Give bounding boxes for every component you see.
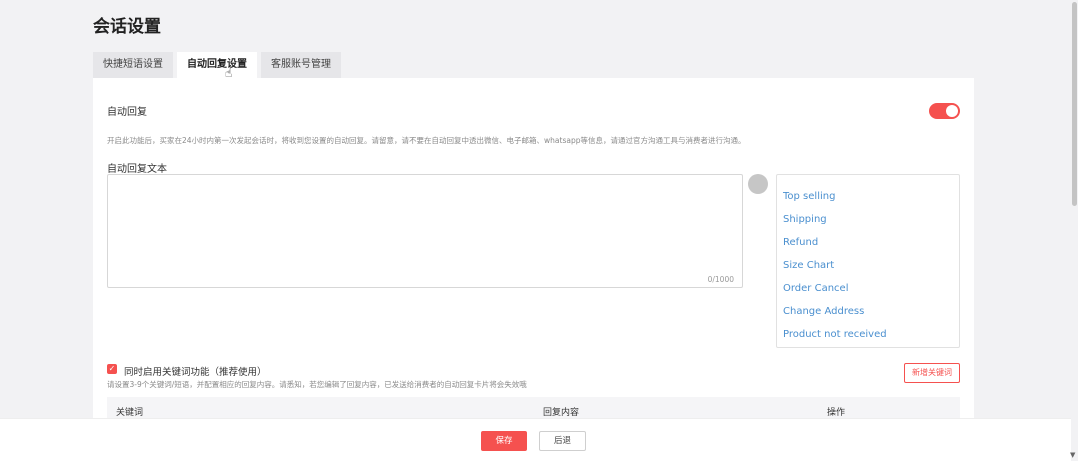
column-keyword: 关键词 (116, 408, 144, 418)
keyword-enable-label: 同时启用关键词功能（推荐使用） (124, 367, 267, 378)
column-actions: 操作 (827, 408, 846, 418)
tab-auto-reply[interactable]: 自动回复设置 (177, 52, 257, 78)
quick-phrase-item[interactable]: Shipping (777, 208, 959, 231)
quick-phrase-panel: Top selling Shipping Refund Size Chart O… (776, 174, 960, 348)
scroll-down-arrow-icon[interactable]: ▼ (1070, 451, 1075, 459)
reply-text-box: 0/1000 (107, 174, 743, 288)
toggle-knob (946, 105, 958, 117)
add-keyword-button[interactable]: 新增关键词 (904, 363, 960, 383)
column-reply-content: 回复内容 (543, 408, 580, 418)
auto-reply-toggle[interactable] (929, 103, 960, 119)
auto-reply-label: 自动回复 (107, 107, 147, 118)
reply-text-input[interactable] (108, 175, 742, 287)
reply-text-label: 自动回复文本 (107, 164, 167, 175)
page-title: 会话设置 (93, 17, 161, 37)
scrollbar-thumb[interactable] (1072, 2, 1077, 206)
char-counter: 0/1000 (707, 275, 734, 284)
keyword-hint: 请设置3-9个关键词/短语，并配置相应的回复内容。请悉知，若您编辑了回复内容，已… (107, 380, 527, 389)
tab-service-accounts[interactable]: 客服账号管理 (261, 52, 341, 78)
back-button[interactable]: 后退 (539, 431, 586, 451)
save-button[interactable]: 保存 (481, 431, 527, 451)
keyword-table-header: 关键词 回复内容 操作 (107, 397, 960, 419)
quick-phrase-item[interactable]: Change Address (777, 300, 959, 323)
quick-phrase-item[interactable]: Product not received (777, 323, 959, 346)
quick-phrase-item[interactable]: Refund (777, 231, 959, 254)
quick-phrase-item[interactable]: Order Cancel (777, 277, 959, 300)
emoji-icon[interactable] (748, 174, 768, 194)
auto-reply-hint: 开启此功能后，买家在24小时内第一次发起会话时，将收到您设置的自动回复。请留意，… (107, 136, 746, 145)
keyword-checkbox[interactable]: ✓ (107, 364, 117, 374)
tab-quick-phrases[interactable]: 快捷短语设置 (93, 52, 173, 78)
quick-phrase-item[interactable]: Top selling (777, 185, 959, 208)
quick-phrase-item[interactable]: Size Chart (777, 254, 959, 277)
tab-bar: 快捷短语设置 自动回复设置 客服账号管理 (93, 52, 345, 78)
